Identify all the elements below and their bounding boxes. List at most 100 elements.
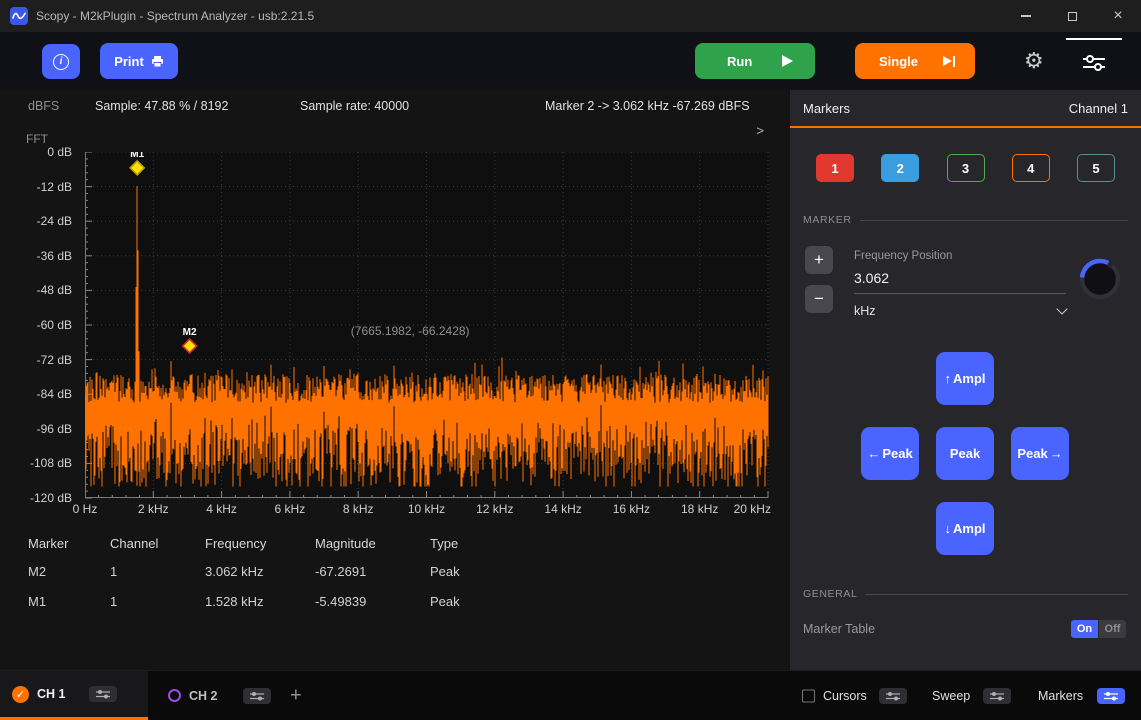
cursors-settings-button[interactable] xyxy=(879,688,907,704)
maximize-button[interactable] xyxy=(1049,0,1095,32)
right-panel-toggle-button[interactable] xyxy=(1066,38,1122,86)
y-tick-label: -108 dB xyxy=(30,455,72,471)
knob-icon xyxy=(1077,256,1123,302)
peak-label: Peak xyxy=(950,446,980,461)
panel-header: Markers Channel 1 xyxy=(790,90,1141,128)
print-button[interactable]: Print xyxy=(100,43,178,79)
info-button[interactable]: i xyxy=(42,44,80,79)
window-controls: × xyxy=(1003,0,1141,32)
single-button[interactable]: Single xyxy=(855,43,975,79)
marker-select-button-2[interactable]: 2 xyxy=(881,154,919,182)
sliders-icon xyxy=(1104,691,1118,701)
scopy-logo-icon xyxy=(10,7,28,25)
marker-table-toggle: On Off xyxy=(1071,620,1126,638)
svg-text:(7665.1982, -66.2428): (7665.1982, -66.2428) xyxy=(351,324,470,338)
frequency-increment-button[interactable]: + xyxy=(805,246,833,274)
marker-table-cell: 1.528 kHz xyxy=(205,594,264,609)
arrow-down-icon: ↓ xyxy=(945,521,952,536)
x-tick-label: 16 kHz xyxy=(613,502,650,516)
app-window: Scopy - M2kPlugin - Spectrum Analyzer - … xyxy=(0,0,1141,720)
minimize-button[interactable] xyxy=(1003,0,1049,32)
minimize-icon xyxy=(1021,15,1031,16)
print-button-label: Print xyxy=(114,54,144,69)
marker-table-header: Frequency xyxy=(205,536,266,551)
maximize-icon xyxy=(1068,12,1077,21)
peak-button[interactable]: Peak xyxy=(936,427,994,480)
marker-table-header: Magnitude xyxy=(315,536,376,551)
marker-section-header: MARKER xyxy=(803,214,1128,226)
frequency-decrement-button[interactable]: − xyxy=(805,285,833,313)
y-tick-label: -72 dB xyxy=(37,352,72,368)
marker-select-button-3[interactable]: 3 xyxy=(947,154,985,182)
plot-area: dBFS Sample: 47.88 % / 8192 Sample rate:… xyxy=(0,90,790,670)
peak-left-button[interactable]: ←Peak xyxy=(861,427,919,480)
add-channel-button[interactable]: + xyxy=(290,684,302,707)
svg-text:M1: M1 xyxy=(130,152,144,160)
markers-settings-button[interactable] xyxy=(1097,688,1125,704)
channel2-label: CH 2 xyxy=(189,689,217,703)
y-tick-label: -96 dB xyxy=(37,421,72,437)
channel1-settings-button[interactable] xyxy=(89,686,117,702)
channel1-tab[interactable]: ✓ CH 1 xyxy=(0,671,148,720)
x-tick-label: 6 kHz xyxy=(275,502,306,516)
info-icon: i xyxy=(53,54,69,70)
x-tick-label: 4 kHz xyxy=(206,502,237,516)
sweep-settings-button[interactable] xyxy=(983,688,1011,704)
content: dBFS Sample: 47.88 % / 8192 Sample rate:… xyxy=(0,90,1141,670)
marker-table-cell: Peak xyxy=(430,594,460,609)
frequency-knob[interactable] xyxy=(1077,256,1123,302)
check-icon: ✓ xyxy=(16,688,25,701)
minus-icon: − xyxy=(814,289,824,309)
plus-icon: + xyxy=(814,250,824,270)
run-button[interactable]: Run xyxy=(695,43,815,79)
gear-icon[interactable]: ⚙ xyxy=(1024,48,1044,74)
marker-table-toggle-label: Marker Table xyxy=(803,622,875,636)
spectrum-plot[interactable]: M1 M2 (7665.1982, -66.2428) xyxy=(85,152,769,499)
marker-table-cell: Peak xyxy=(430,564,460,579)
amplitude-up-button[interactable]: ↑Ampl xyxy=(936,352,994,405)
sample-status: Sample: 47.88 % / 8192 xyxy=(95,99,228,113)
sliders-icon xyxy=(886,691,900,701)
panel-title: Markers xyxy=(803,101,850,116)
y-tick-label: 0 dB xyxy=(47,144,72,160)
svg-text:M2: M2 xyxy=(183,327,197,338)
y-tick-label: -84 dB xyxy=(37,386,72,402)
close-button[interactable]: × xyxy=(1095,0,1141,32)
marker-select-button-1[interactable]: 1 xyxy=(816,154,854,182)
marker-select-button-4[interactable]: 4 xyxy=(1012,154,1050,182)
window-title: Scopy - M2kPlugin - Spectrum Analyzer - … xyxy=(36,9,314,23)
general-section-label: GENERAL xyxy=(803,588,857,600)
x-tick-label: 2 kHz xyxy=(138,502,169,516)
peak-left-label: Peak xyxy=(882,446,912,461)
frequency-unit-select[interactable]: kHz xyxy=(854,304,1066,318)
ampl-up-label: Ampl xyxy=(953,371,986,386)
x-tick-label: 12 kHz xyxy=(476,502,513,516)
marker-table-on-button[interactable]: On xyxy=(1071,620,1098,638)
panel-channel-label[interactable]: Channel 1 xyxy=(1069,101,1128,116)
peak-right-button[interactable]: Peak→ xyxy=(1011,427,1069,480)
y-tick-label: -36 dB xyxy=(37,248,72,264)
general-section-header: GENERAL xyxy=(803,588,1128,600)
marker-table-off-button[interactable]: Off xyxy=(1099,620,1126,638)
frequency-value-input[interactable]: 3.062 xyxy=(854,270,1066,294)
marker-select-button-5[interactable]: 5 xyxy=(1077,154,1115,182)
markers-label: Markers xyxy=(1038,689,1083,703)
bottom-bar: ✓ CH 1 CH 2 + Cursors Sweep Markers xyxy=(0,670,1141,720)
x-tick-label: 0 Hz xyxy=(73,502,98,516)
channel1-enabled-icon[interactable]: ✓ xyxy=(12,686,29,703)
channel2-tab[interactable]: CH 2 xyxy=(158,671,281,720)
cursors-checkbox[interactable] xyxy=(802,689,815,702)
amplitude-down-button[interactable]: ↓Ampl xyxy=(936,502,994,555)
play-icon xyxy=(782,55,793,67)
channel2-disabled-icon[interactable] xyxy=(168,689,181,702)
chevron-right-icon[interactable]: > xyxy=(756,123,764,138)
marker-table-cell: M2 xyxy=(28,564,46,579)
y-tick-label: -48 dB xyxy=(37,282,72,298)
section-divider xyxy=(865,594,1128,595)
marker-buttons-row: 12345 xyxy=(816,154,1115,182)
single-button-label: Single xyxy=(879,54,918,69)
channel2-settings-button[interactable] xyxy=(243,688,271,704)
titlebar: Scopy - M2kPlugin - Spectrum Analyzer - … xyxy=(0,0,1141,32)
markers-panel: Markers Channel 1 12345 MARKER + − Frequ… xyxy=(790,90,1141,670)
marker-table-header: Marker xyxy=(28,536,68,551)
